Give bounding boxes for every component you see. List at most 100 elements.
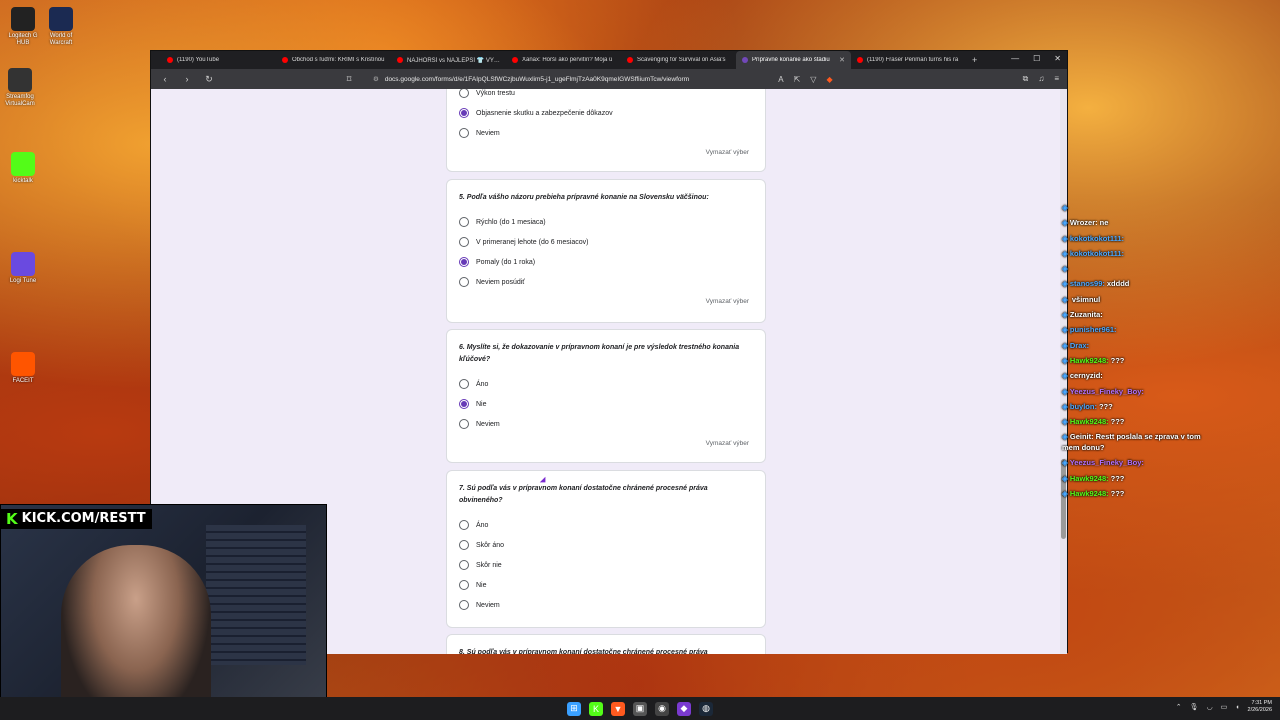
radio-option[interactable]: Pomaly (do 1 roka) bbox=[447, 252, 765, 272]
rewards-icon[interactable]: ▽ bbox=[810, 75, 816, 84]
radio-empty-icon[interactable] bbox=[459, 277, 469, 287]
minimize-icon[interactable]: — bbox=[1011, 54, 1019, 63]
logitech-ghub-icon[interactable]: Logitech G HUB bbox=[5, 7, 41, 47]
world-of-warcraft-icon[interactable]: World of Warcraft bbox=[43, 7, 79, 47]
chat-username[interactable]: cernyzid: bbox=[1070, 371, 1103, 380]
headset-icon[interactable]: ◡ bbox=[1207, 703, 1213, 711]
translate-icon[interactable]: A bbox=[778, 75, 783, 84]
chat-username[interactable]: Hawk9248: bbox=[1070, 417, 1109, 426]
chat-username[interactable]: Yeezus_Fineky_Boy: bbox=[1070, 458, 1144, 467]
browser-tab[interactable]: Scavenging for Survival on Asia's bbox=[621, 51, 736, 69]
faceit-icon[interactable]: FACEIT bbox=[5, 352, 41, 385]
close-tab-icon[interactable]: ✕ bbox=[839, 56, 845, 64]
clear-selection-button[interactable]: Vymazať výber bbox=[706, 149, 749, 156]
radio-option[interactable]: Nie bbox=[447, 575, 765, 595]
network-icon[interactable]: ▭ bbox=[1221, 703, 1228, 711]
chat-username[interactable]: Zuzanita: bbox=[1070, 310, 1103, 319]
radio-option[interactable]: Skôr áno bbox=[447, 535, 765, 555]
browser-tab[interactable]: Prípravné konanie ako štádiu ✕ bbox=[736, 51, 851, 69]
back-icon[interactable]: ‹ bbox=[159, 74, 171, 84]
desktop-icon-label: FACEIT bbox=[12, 378, 34, 384]
radio-empty-icon[interactable] bbox=[459, 419, 469, 429]
clear-selection-button[interactable]: Vymazať výber bbox=[706, 440, 749, 447]
radio-option[interactable]: Neviem bbox=[447, 595, 765, 615]
menu-icon[interactable]: ≡ bbox=[1054, 74, 1059, 84]
maximize-icon[interactable]: ☐ bbox=[1033, 54, 1040, 63]
brave-shields-icon[interactable]: ◆ bbox=[826, 75, 832, 84]
radio-empty-icon[interactable] bbox=[459, 128, 469, 138]
extensions-icon[interactable]: ⧉ bbox=[1023, 74, 1029, 84]
radio-option[interactable]: Výkon trestu bbox=[447, 89, 765, 103]
tray-chevron-icon[interactable]: ⌃ bbox=[1176, 703, 1182, 711]
radio-selected-icon[interactable] bbox=[459, 257, 469, 267]
chat-text: ??? bbox=[1110, 489, 1125, 499]
radio-option[interactable]: Objasnenie skutku a zabezpečenie dôkazov bbox=[447, 103, 765, 123]
share-icon[interactable]: ⇱ bbox=[794, 75, 801, 84]
kick-app-icon[interactable]: K bbox=[589, 701, 603, 716]
chat-username[interactable]: Wrozer: bbox=[1070, 218, 1098, 227]
clock[interactable]: 7:31 PM 2/26/2026 bbox=[1248, 700, 1272, 714]
browser-tab[interactable]: NAJHORŠÍ vs NAJLEPŠÍ 👕 VÝPRA bbox=[391, 51, 506, 69]
browser-tab[interactable]: Obchod s ľuďmi: KRIMI s Kristínou bbox=[276, 51, 391, 69]
radio-empty-icon[interactable] bbox=[459, 217, 469, 227]
radio-empty-icon[interactable] bbox=[459, 540, 469, 550]
radio-option[interactable]: Neviem posúdiť bbox=[447, 272, 765, 292]
chat-username[interactable]: kokotkokot111: bbox=[1070, 249, 1124, 258]
radio-option[interactable]: Skôr nie bbox=[447, 555, 765, 575]
radio-empty-icon[interactable] bbox=[459, 89, 469, 98]
browser-tab[interactable]: Xanax: Horší ako pervitín? Moja ú bbox=[506, 51, 621, 69]
radio-option[interactable]: Áno bbox=[447, 515, 765, 535]
radio-empty-icon[interactable] bbox=[459, 600, 469, 610]
streamfog-icon[interactable]: Streamfog VirtualCam bbox=[2, 68, 38, 108]
chat-badge-icon: ◈ bbox=[1062, 279, 1070, 289]
chat-message: ◈ Hawk9248:??? bbox=[1062, 471, 1222, 486]
radio-empty-icon[interactable] bbox=[459, 237, 469, 247]
steam-icon[interactable]: ◍ bbox=[699, 701, 713, 716]
favicon-icon bbox=[742, 57, 748, 63]
media-icon[interactable]: ♫ bbox=[1038, 74, 1044, 84]
radio-option[interactable]: Rýchlo (do 1 mesiaca) bbox=[447, 212, 765, 232]
radio-empty-icon[interactable] bbox=[459, 379, 469, 389]
chat-username[interactable]: Yeezus_Fineky_Boy: bbox=[1070, 387, 1144, 396]
windows-start-icon[interactable]: ⊞ bbox=[567, 701, 581, 716]
url-input[interactable]: ⚙ docs.google.com/forms/d/e/1FAIpQLSfWCz… bbox=[365, 72, 768, 86]
chat-username[interactable]: Hawk9248: bbox=[1070, 474, 1109, 483]
reload-icon[interactable]: ↻ bbox=[203, 74, 215, 85]
terminal-icon[interactable]: ▣ bbox=[633, 701, 647, 716]
radio-selected-icon[interactable] bbox=[459, 108, 469, 118]
volume-icon[interactable]: ◖ bbox=[1235, 704, 1239, 711]
browser-tab[interactable]: (1190) Fraser Penman turns his ra bbox=[851, 51, 966, 69]
bookmark-icon[interactable]: ⌑ bbox=[343, 74, 355, 85]
forward-icon[interactable]: › bbox=[181, 74, 193, 84]
microphone-icon[interactable]: 🎙 bbox=[1190, 703, 1199, 711]
chat-username[interactable]: punisher961: bbox=[1070, 325, 1117, 334]
radio-empty-icon[interactable] bbox=[459, 580, 469, 590]
chat-username[interactable]: Drax: bbox=[1070, 341, 1089, 350]
site-settings-icon[interactable]: ⚙ bbox=[373, 75, 379, 83]
chat-username[interactable]: Hawk9248: bbox=[1070, 489, 1109, 498]
obs-icon[interactable]: ◉ bbox=[655, 701, 669, 716]
browser-tab[interactable]: (1190) YouTube bbox=[161, 51, 276, 69]
app-purple-icon[interactable]: ◆ bbox=[677, 701, 691, 716]
kicktalk-icon[interactable]: kicktalk bbox=[5, 152, 41, 185]
system-tray: ⌃ 🎙 ◡ ▭ ◖ 7:31 PM 2/26/2026 bbox=[1176, 700, 1272, 714]
radio-empty-icon[interactable] bbox=[459, 560, 469, 570]
radio-option[interactable]: Nie bbox=[447, 394, 765, 414]
radio-empty-icon[interactable] bbox=[459, 520, 469, 530]
chat-username[interactable]: stanos99: bbox=[1070, 279, 1105, 288]
chat-username[interactable]: buylon: bbox=[1070, 402, 1097, 411]
close-window-icon[interactable]: ✕ bbox=[1054, 54, 1061, 63]
logi-tune-icon[interactable]: Logi Tune bbox=[5, 252, 41, 285]
radio-option[interactable]: Neviem bbox=[447, 414, 765, 434]
new-tab-button[interactable]: + bbox=[972, 55, 977, 65]
chat-username[interactable]: Geinit: bbox=[1070, 432, 1094, 441]
chat-username[interactable]: Hawk9248: bbox=[1070, 356, 1109, 365]
clear-selection-button[interactable]: Vymazať výber bbox=[706, 298, 749, 305]
chat-username[interactable]: kokotkokot111: bbox=[1070, 234, 1124, 243]
radio-option[interactable]: V primeranej lehote (do 6 mesiacov) bbox=[447, 232, 765, 252]
radio-option[interactable]: Áno bbox=[447, 374, 765, 394]
radio-option[interactable]: Neviem bbox=[447, 123, 765, 143]
window-controls: — ☐ ✕ bbox=[1011, 54, 1061, 63]
brave-browser-icon[interactable]: ▼ bbox=[611, 701, 625, 716]
radio-selected-icon[interactable] bbox=[459, 399, 469, 409]
